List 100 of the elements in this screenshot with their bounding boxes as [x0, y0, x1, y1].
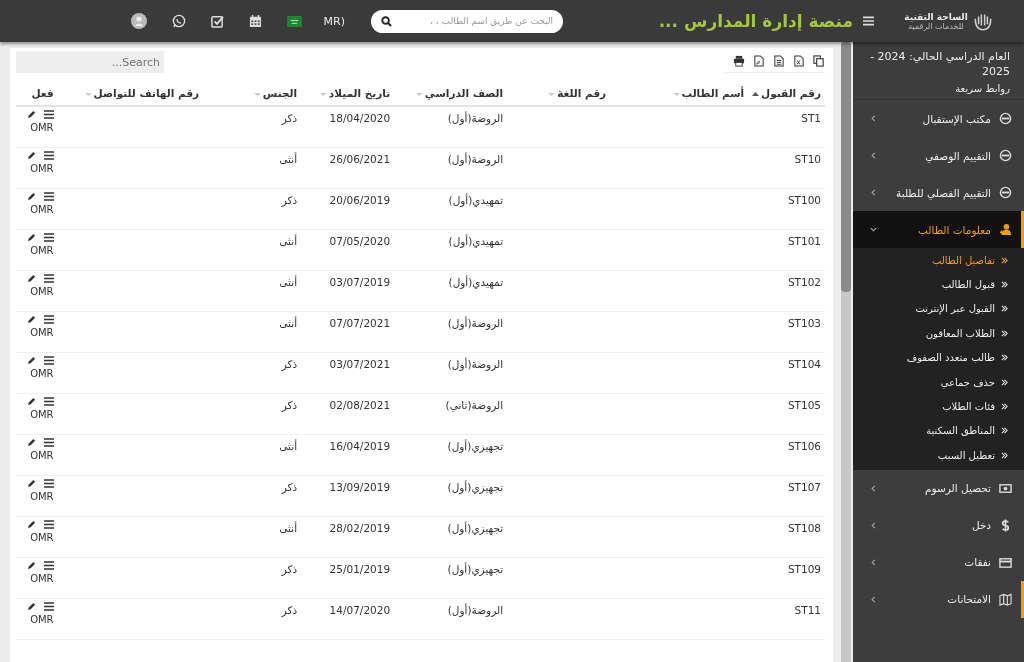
table-cell: تجهيزي(أول): [447, 522, 504, 534]
column-header[interactable]: الصف الدراسي: [394, 79, 508, 106]
pencil-icon[interactable]: [26, 561, 36, 570]
table-cell: الروضة(أول): [447, 317, 504, 329]
pencil-icon[interactable]: [26, 192, 36, 201]
list-icon[interactable]: [43, 315, 54, 324]
column-header[interactable]: أسم الطالب: [610, 79, 749, 106]
column-header[interactable]: رقم الهاتف للتواصل: [57, 79, 204, 106]
pencil-icon[interactable]: [26, 397, 36, 406]
table-cell: ST107: [787, 481, 821, 493]
pencil-icon[interactable]: [26, 602, 36, 611]
list-icon[interactable]: [43, 110, 54, 119]
list-icon[interactable]: [43, 479, 54, 488]
avatar-icon[interactable]: [130, 13, 147, 29]
table-cell: ذكر: [281, 194, 298, 206]
calendar-icon[interactable]: [248, 14, 262, 28]
table-cell: ST100: [787, 194, 821, 206]
search-field[interactable]: Search...: [16, 51, 164, 73]
column-header[interactable]: الجنس: [203, 79, 302, 106]
table-cell: أنثى: [279, 522, 298, 534]
table-cell: ذكر: [281, 563, 298, 575]
table-cell: ذكر: [281, 481, 298, 493]
list-icon[interactable]: [43, 520, 54, 529]
sidebar-item[interactable]: معلومات الطالب: [853, 211, 1024, 248]
copy-icon[interactable]: [813, 54, 825, 67]
double-chevron-icon: [1001, 427, 1008, 435]
double-chevron-icon: [1001, 378, 1008, 386]
submenu-item[interactable]: القبول عبر الإنترنت: [853, 296, 1024, 322]
list-icon[interactable]: [43, 397, 54, 406]
double-chevron-icon: [1001, 281, 1008, 289]
pencil-icon[interactable]: [26, 356, 36, 365]
table-cell: 16/04/2019: [329, 440, 391, 452]
search-field[interactable]: البحث عن طريق اسم الطالب ، ،: [371, 9, 563, 33]
pencil-icon[interactable]: [26, 110, 36, 119]
currency-label: OMR: [29, 614, 54, 625]
currency-label: OMR: [29, 286, 54, 297]
list-icon[interactable]: [43, 192, 54, 201]
pencil-icon[interactable]: [26, 479, 36, 488]
pdf-icon[interactable]: [753, 54, 765, 67]
submenu-item[interactable]: حذف جماعي: [853, 369, 1024, 395]
list-icon[interactable]: [43, 233, 54, 242]
sidebar-item[interactable]: دخل: [853, 506, 1024, 544]
column-header[interactable]: تاريخ الميلاد: [301, 79, 395, 106]
currency-label[interactable]: MR): [323, 14, 345, 28]
table-cell: أنثى: [279, 276, 298, 288]
table-cell: ذكر: [281, 604, 298, 616]
pencil-icon[interactable]: [26, 438, 36, 447]
checkbox-icon[interactable]: [210, 14, 224, 28]
sidebar-item[interactable]: مكتب الإستقبال: [853, 100, 1024, 137]
submenu-item[interactable]: تعطيل السبب: [853, 443, 1024, 468]
double-chevron-icon: [1001, 329, 1008, 337]
pencil-icon[interactable]: [26, 315, 36, 324]
table-cell: تمهيدي(أول): [448, 276, 504, 288]
pencil-icon[interactable]: [26, 151, 36, 160]
pencil-icon[interactable]: [26, 233, 36, 242]
table-cell: ST105: [787, 399, 821, 411]
table-cell: ذكر: [281, 399, 298, 411]
spreadsheet-icon[interactable]: [793, 54, 805, 67]
table-cell: 25/01/2019: [329, 563, 391, 575]
pencil-icon[interactable]: [26, 520, 36, 529]
column-header[interactable]: رقم القبول: [748, 79, 825, 106]
list-icon[interactable]: [43, 274, 54, 283]
list-icon[interactable]: [43, 356, 54, 365]
submenu-item[interactable]: تفاصيل الطالب: [853, 248, 1024, 273]
table-cell: الروضة(أول): [447, 112, 504, 124]
submenu-item[interactable]: المناطق السكنية: [853, 418, 1024, 444]
currency-label: OMR: [29, 532, 54, 543]
table-cell: أنثى: [279, 235, 298, 247]
column-header[interactable]: فعل: [16, 79, 58, 106]
scrollbar-thumb[interactable]: [841, 42, 851, 292]
sidebar-item[interactable]: نفقات: [853, 543, 1024, 581]
sidebar-item[interactable]: التقييم الفصلي للطلبة: [853, 174, 1024, 211]
submenu-item[interactable]: قبول الطالب: [853, 272, 1024, 297]
scrollbar[interactable]: [839, 42, 853, 662]
pencil-icon[interactable]: [26, 274, 36, 283]
banknote-icon: [999, 481, 1012, 495]
currency-label: OMR: [29, 245, 54, 256]
search-icon: [381, 15, 392, 27]
column-header[interactable]: رقم اللغة: [507, 79, 611, 106]
sidebar-item[interactable]: تحصيل الرسوم: [853, 469, 1024, 507]
sidebar-item[interactable]: التقييم الوصفي: [853, 137, 1024, 174]
list-icon[interactable]: [43, 438, 54, 447]
submenu-item[interactable]: فئات الطلاب: [853, 394, 1024, 419]
currency-label: OMR: [29, 450, 54, 461]
table-cell: الروضة(أول): [447, 604, 504, 616]
table-cell: تمهيدي(أول): [448, 194, 504, 206]
list-icon[interactable]: [43, 151, 54, 160]
flag-icon[interactable]: [286, 15, 302, 27]
chat-icon[interactable]: [171, 14, 186, 28]
document-icon[interactable]: [773, 54, 785, 67]
menu-icon[interactable]: [863, 16, 874, 26]
submenu-item[interactable]: الطلاب المعاقون: [853, 321, 1024, 346]
double-chevron-icon: [1001, 354, 1008, 362]
sidebar-item[interactable]: الامتحانات: [853, 580, 1024, 618]
printer-icon[interactable]: [733, 54, 745, 67]
table-cell: أنثى: [279, 440, 298, 452]
submenu-item[interactable]: طالب متعدد الصفوف: [853, 345, 1024, 370]
list-icon[interactable]: [43, 561, 54, 570]
currency-label: OMR: [29, 163, 54, 174]
list-icon[interactable]: [43, 602, 54, 611]
